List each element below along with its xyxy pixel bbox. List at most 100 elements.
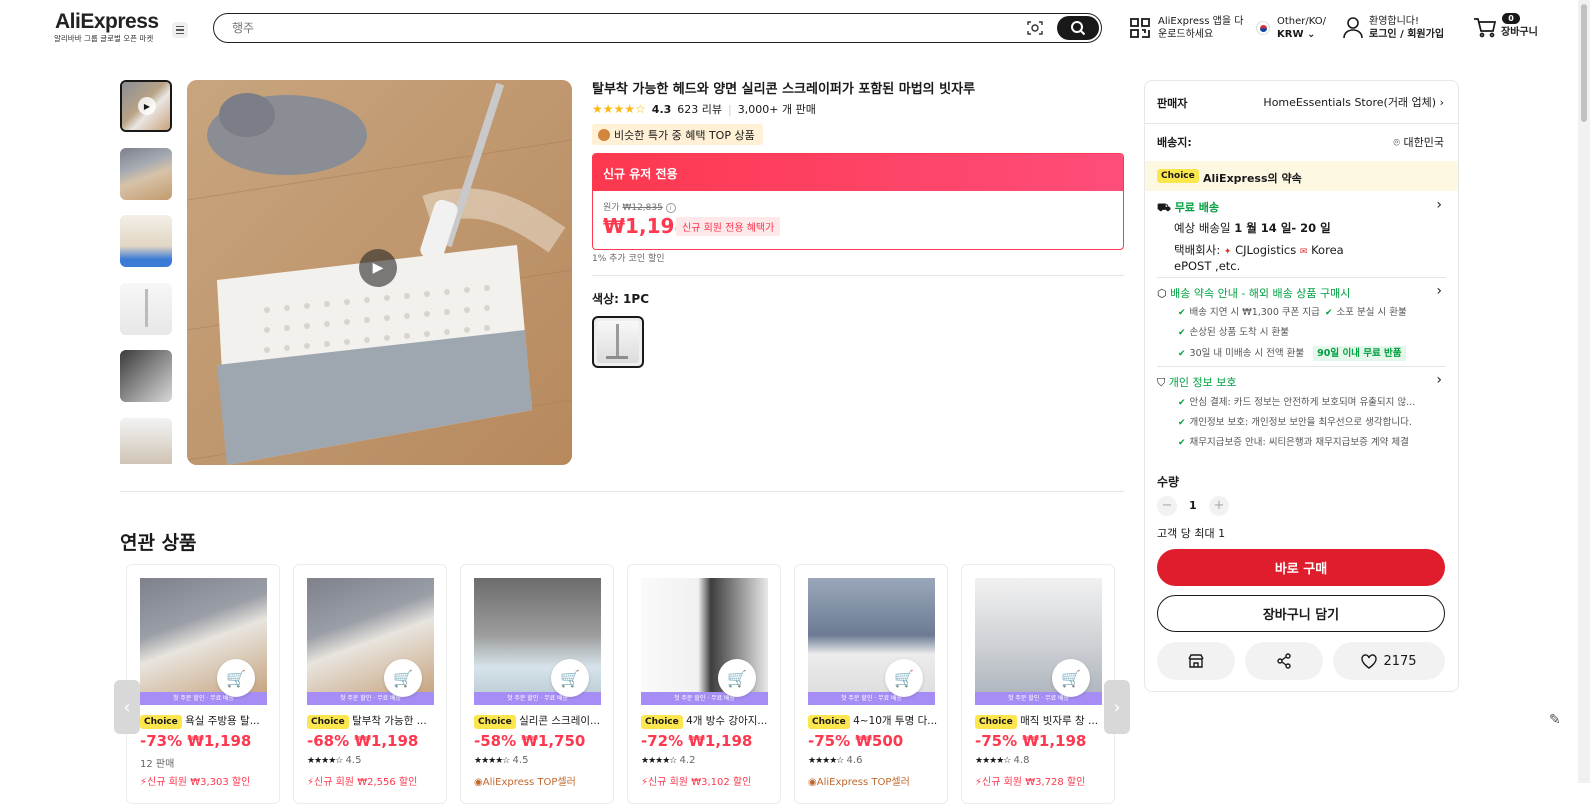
chevron-right-icon[interactable]: › bbox=[1436, 283, 1442, 299]
privacy-text: 채무지급보증 안내: 씨티은행과 채무지급보증 계약 체결 bbox=[1189, 437, 1409, 448]
promo-strip: 첫 주문 할인 · 무료 배송 bbox=[474, 692, 601, 705]
quantity-label: 수량 bbox=[1157, 475, 1180, 489]
info-icon[interactable]: i bbox=[665, 203, 676, 213]
ship-to-selector[interactable]: ⌾ 대한민국 bbox=[1393, 134, 1444, 150]
add-to-cart-button[interactable]: 장바구니 담기 bbox=[1157, 595, 1445, 632]
region-currency-selector[interactable]: Other/KO/ KRW ⌄ bbox=[1277, 15, 1326, 41]
choice-badge: Choice bbox=[474, 715, 516, 729]
product-promo: ◉AliExpress TOP셀러 bbox=[808, 777, 910, 788]
qr-code-icon[interactable] bbox=[1129, 17, 1151, 43]
app-download-link[interactable]: AliExpress 앱을 다 운로드하세요 bbox=[1158, 15, 1243, 41]
gallery-thumb[interactable] bbox=[120, 283, 172, 335]
shipping-guarantee-row[interactable]: ⬡ 배송 약속 안내 - 해외 배송 상품 구매시 bbox=[1157, 285, 1350, 301]
quantity-value[interactable]: 1 bbox=[1189, 499, 1197, 512]
search-icon bbox=[1071, 21, 1086, 36]
page-scrollbar[interactable] bbox=[1578, 0, 1590, 783]
eta-row: 예상 배송일 1 월 14 일- 20 일 bbox=[1174, 220, 1331, 236]
gallery-thumb[interactable] bbox=[120, 350, 172, 402]
carrier-row: 택배회사: ✦ CJLogistics ✉ Korea bbox=[1174, 242, 1344, 258]
product-name-text: 탈부착 가능한 ... bbox=[352, 715, 427, 727]
related-product-card[interactable]: 첫 주문 할인 · 무료 배송 🛒 Choice 매직 빗자루 창 ... -7… bbox=[961, 564, 1115, 804]
add-to-cart-icon[interactable]: 🛒 bbox=[718, 659, 756, 697]
search-input[interactable] bbox=[232, 19, 992, 37]
rating-value: 4.6 bbox=[846, 755, 863, 766]
rating-row[interactable]: ★★★★☆ 4.3 623 리뷰 | 3,000+ 개 판매 bbox=[592, 101, 816, 117]
wishlist-button[interactable]: 2175 bbox=[1333, 642, 1445, 680]
add-to-cart-icon[interactable]: 🛒 bbox=[1052, 659, 1090, 697]
quantity-plus-button[interactable]: + bbox=[1209, 496, 1229, 516]
choice-badge: Choice bbox=[808, 715, 850, 729]
chevron-right-icon: › bbox=[1439, 96, 1444, 109]
related-product-card[interactable]: 첫 주문 할인 · 무료 배송 🛒 Choice 4개 방수 강아지... -7… bbox=[627, 564, 781, 804]
quantity-minus-button[interactable]: − bbox=[1157, 496, 1177, 516]
store-button[interactable] bbox=[1157, 642, 1235, 680]
related-product-card[interactable]: 첫 주문 할인 · 무료 배송 🛒 Choice 4~10개 투명 다... -… bbox=[794, 564, 948, 804]
aliexpress-logo[interactable]: AliExpress bbox=[55, 10, 159, 34]
choice-badge: Choice bbox=[641, 715, 683, 729]
top-product-badge: 비슷한 특가 중 혜택 TOP 상품 bbox=[592, 124, 763, 145]
video-play-button[interactable]: ▶ bbox=[359, 249, 397, 287]
privacy-text: 안심 결제: 카드 정보는 안전하게 보호되며 유출되지 않... bbox=[1189, 397, 1416, 408]
chevron-right-icon[interactable]: › bbox=[1436, 197, 1442, 213]
gallery-thumb[interactable] bbox=[120, 418, 172, 464]
product-price: -72% ₩1,198 bbox=[641, 732, 753, 750]
promo-strip: 첫 주문 할인 · 무료 배송 bbox=[641, 692, 768, 705]
buy-now-button[interactable]: 바로 구매 bbox=[1157, 549, 1445, 586]
guarantee-text: 손상된 상품 도착 시 환불 bbox=[1189, 327, 1290, 338]
seller-label: 판매자 bbox=[1157, 97, 1188, 110]
free-return-tag: 90일 이내 무료 반품 bbox=[1313, 346, 1406, 361]
cart-icon[interactable] bbox=[1473, 18, 1497, 42]
choice-badge: Choice bbox=[975, 715, 1017, 729]
add-to-cart-icon[interactable]: 🛒 bbox=[885, 659, 923, 697]
user-icon[interactable] bbox=[1343, 17, 1363, 43]
product-price: -75% ₩500 bbox=[808, 732, 904, 750]
search-button[interactable] bbox=[1057, 16, 1099, 40]
related-product-card[interactable]: 첫 주문 할인 · 무료 배송 🛒 Choice 욕실 주방용 탈... -73… bbox=[126, 564, 280, 804]
product-name: Choice 탈부착 가능한 ... bbox=[307, 713, 442, 729]
account-link[interactable]: 환영합니다! 로그인 / 회원가입 bbox=[1369, 15, 1444, 41]
cart-label[interactable]: 장바구니 bbox=[1501, 26, 1538, 39]
new-user-deal-box: 신규 유저 전용 원가 ₩12,835 i ₩1,198 신규 회원 전용 혜택… bbox=[592, 153, 1124, 250]
section-divider bbox=[120, 491, 1124, 492]
store-icon bbox=[1188, 654, 1204, 668]
ship-to-label: 배송지: bbox=[1157, 136, 1192, 149]
guarantee-item: ✔ 30일 내 미배송 시 전액 환불 90일 이내 무료 반품 bbox=[1178, 345, 1406, 361]
gallery-thumb-video[interactable]: ▶ bbox=[120, 80, 172, 132]
seller-link[interactable]: HomeEssentials Store(거래 업체) › bbox=[1263, 94, 1444, 110]
seller-name: HomeEssentials Store(거래 업체) bbox=[1263, 96, 1437, 109]
edit-feedback-icon[interactable]: ✎ bbox=[1549, 712, 1561, 728]
color-option-1pc[interactable] bbox=[592, 316, 644, 368]
free-shipping-row[interactable]: ⛟ 무료 배송 bbox=[1157, 199, 1219, 216]
korea-flag-icon bbox=[1256, 21, 1270, 35]
rating-stars: ★★★★☆ bbox=[641, 756, 677, 766]
carousel-next-button[interactable]: › bbox=[1104, 680, 1130, 734]
cj-logo-icon: ✦ bbox=[1223, 247, 1232, 257]
free-shipping-label: 무료 배송 bbox=[1174, 201, 1219, 214]
privacy-row[interactable]: ⛉ 개인 정보 보호 bbox=[1157, 374, 1236, 390]
image-search-icon[interactable] bbox=[1027, 20, 1043, 36]
product-price: -68% ₩1,198 bbox=[307, 732, 419, 750]
product-sold: 12 판매 bbox=[140, 759, 175, 770]
divider bbox=[1157, 277, 1446, 278]
add-to-cart-icon[interactable]: 🛒 bbox=[384, 659, 422, 697]
add-to-cart-icon[interactable]: 🛒 bbox=[217, 659, 255, 697]
related-product-card[interactable]: 첫 주문 할인 · 무료 배송 🛒 Choice 탈부착 가능한 ... -68… bbox=[293, 564, 447, 804]
carousel-prev-button[interactable]: ‹ bbox=[114, 680, 140, 734]
color-label: 색상: 1PC bbox=[592, 292, 650, 306]
related-product-card[interactable]: 첫 주문 할인 · 무료 배송 🛒 Choice 실리콘 스크레이... -58… bbox=[460, 564, 614, 804]
main-product-image[interactable]: ▶ bbox=[187, 80, 572, 465]
guarantee-item: ✔ 소포 분실 시 환불 bbox=[1325, 304, 1407, 318]
chevron-down-icon: ⌄ bbox=[1306, 29, 1316, 40]
menu-icon[interactable] bbox=[172, 22, 188, 38]
privacy-item: ✔ 채무지급보증 안내: 씨티은행과 채무지급보증 계약 체결 bbox=[1178, 434, 1409, 448]
check-icon: ✔ bbox=[1178, 308, 1186, 318]
check-icon: ✔ bbox=[1178, 438, 1186, 448]
promo-strip: 첫 주문 할인 · 무료 배송 bbox=[307, 692, 434, 705]
add-to-cart-icon[interactable]: 🛒 bbox=[551, 659, 589, 697]
chevron-right-icon[interactable]: › bbox=[1436, 372, 1442, 388]
ship-to-country: 대한민국 bbox=[1403, 136, 1444, 149]
share-button[interactable] bbox=[1245, 642, 1323, 680]
gallery-thumb[interactable] bbox=[120, 215, 172, 267]
carrier-korea: Korea bbox=[1311, 243, 1344, 257]
gallery-thumb[interactable] bbox=[120, 148, 172, 200]
